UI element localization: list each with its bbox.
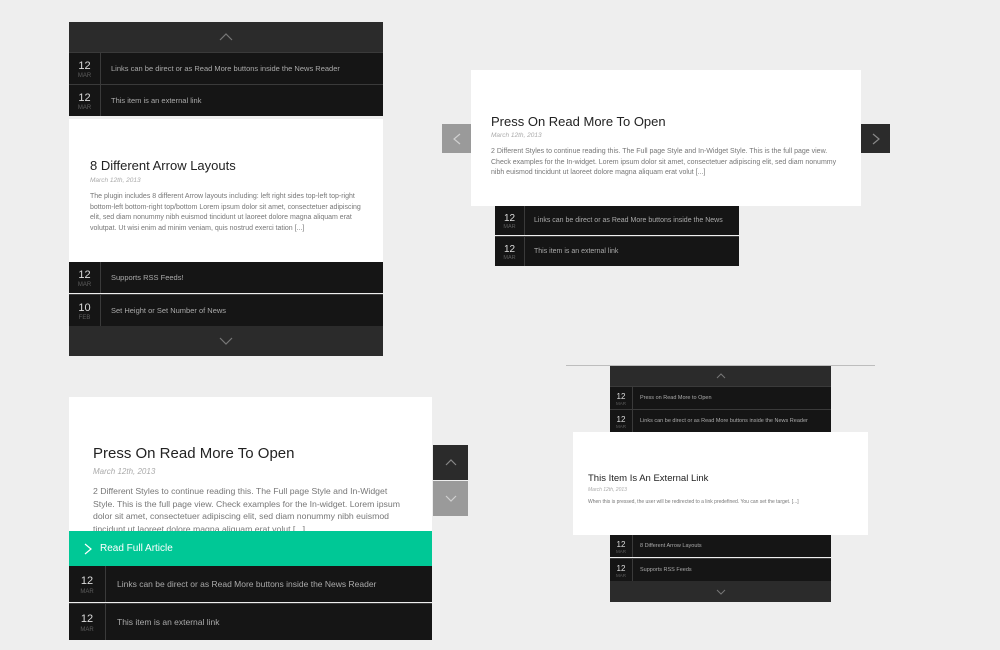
news-list-bottom: 12 MAR 8 Different Arrow Layouts 12 MAR … bbox=[610, 535, 831, 581]
news-item[interactable]: 12 MAR This item is an external link bbox=[69, 84, 383, 116]
news-date: 12 MAR bbox=[610, 559, 633, 581]
scroll-down-button[interactable] bbox=[610, 581, 831, 602]
card-title: Press On Read More To Open bbox=[93, 445, 295, 462]
chevron-down-icon bbox=[219, 337, 233, 345]
news-title: Set Height or Set Number of News bbox=[111, 306, 227, 315]
card-body: The plugin includes 8 different Arrow la… bbox=[90, 193, 361, 232]
prev-arrow-button[interactable] bbox=[442, 124, 471, 153]
arrow-down-button[interactable] bbox=[433, 481, 468, 516]
news-card: Press On Read More To Open March 12th, 2… bbox=[471, 70, 861, 206]
news-date: 12 MAR bbox=[69, 85, 101, 116]
news-card: This Item Is An External Link March 12th… bbox=[573, 432, 868, 535]
widget-read-more: Press On Read More To Open March 12th, 2… bbox=[69, 397, 468, 640]
news-item[interactable]: 12 MAR Supports RSS Feeds bbox=[610, 558, 831, 581]
card-body: 2 Different Styles to continue reading t… bbox=[93, 486, 400, 533]
news-title: Links can be direct or as Read More butt… bbox=[111, 64, 340, 73]
news-item[interactable]: 12 MAR Links can be direct or as Read Mo… bbox=[69, 52, 383, 84]
card-body: 2 Different Styles to continue reading t… bbox=[491, 148, 837, 176]
chevron-up-icon bbox=[219, 33, 233, 41]
news-title: Links can be direct or as Read More butt… bbox=[640, 418, 808, 424]
news-title: This item is an external link bbox=[111, 96, 202, 105]
news-date: 12 MAR bbox=[69, 604, 106, 640]
next-arrow-button[interactable] bbox=[861, 124, 890, 153]
chevron-down-icon bbox=[716, 589, 725, 595]
chevron-down-icon bbox=[445, 495, 456, 502]
chevron-left-icon bbox=[452, 133, 460, 144]
news-title: This item is an external link bbox=[534, 248, 619, 255]
chevron-up-icon bbox=[445, 459, 456, 466]
news-date: 12 MAR bbox=[69, 566, 106, 602]
chevron-right-icon bbox=[84, 543, 92, 554]
news-title: 8 Different Arrow Layouts bbox=[640, 543, 702, 549]
card-date: March 12th, 2013 bbox=[588, 487, 627, 493]
widget-arrow-layouts: 12 MAR Links can be direct or as Read Mo… bbox=[69, 22, 383, 356]
news-date: 12 MAR bbox=[610, 410, 633, 432]
news-item[interactable]: 12 MAR Links can be direct or as Read Mo… bbox=[69, 566, 432, 602]
chevron-right-icon bbox=[872, 133, 880, 144]
news-date: 10 FEB bbox=[69, 295, 101, 326]
card-title: 8 Different Arrow Layouts bbox=[90, 158, 236, 173]
news-title: Press on Read More to Open bbox=[640, 395, 712, 401]
news-title: Supports RSS Feeds bbox=[640, 567, 692, 573]
card-date: March 12th, 2013 bbox=[90, 177, 141, 184]
chevron-up-icon bbox=[716, 373, 725, 379]
news-date: 12 MAR bbox=[610, 535, 633, 557]
card-date: March 12th, 2013 bbox=[93, 467, 156, 476]
news-card: Press On Read More To Open March 12th, 2… bbox=[69, 397, 432, 533]
news-title: Links can be direct or as Read More butt… bbox=[534, 217, 723, 224]
news-list-top: 12 MAR Press on Read More to Open 12 MAR… bbox=[610, 386, 831, 432]
read-full-article-button[interactable]: Read Full Article bbox=[69, 531, 432, 566]
scroll-up-button[interactable] bbox=[610, 366, 831, 386]
read-full-article-label: Read Full Article bbox=[100, 543, 173, 554]
news-item[interactable]: 10 FEB Set Height or Set Number of News bbox=[69, 294, 383, 326]
news-date: 12 MAR bbox=[69, 53, 101, 84]
scroll-down-button[interactable] bbox=[69, 326, 383, 356]
news-card: 8 Different Arrow Layouts March 12th, 20… bbox=[69, 119, 383, 262]
card-date: March 12th, 2013 bbox=[491, 132, 542, 139]
scroll-up-button[interactable] bbox=[69, 22, 383, 52]
news-item[interactable]: 12 MAR This item is an external link bbox=[495, 236, 739, 266]
arrow-up-button[interactable] bbox=[433, 445, 468, 480]
news-item[interactable]: 12 MAR Links can be direct or as Read Mo… bbox=[610, 409, 831, 432]
news-item[interactable]: 12 MAR Press on Read More to Open bbox=[610, 386, 831, 409]
news-date: 12 MAR bbox=[610, 387, 633, 409]
news-title: This item is an external link bbox=[117, 617, 220, 627]
news-item[interactable]: 12 MAR Supports RSS Feeds! bbox=[69, 262, 383, 293]
news-item[interactable]: 12 MAR Links can be direct or as Read Mo… bbox=[495, 206, 739, 235]
news-list: 12 MAR Links can be direct or as Read Mo… bbox=[69, 566, 432, 640]
widget-external-link: 12 MAR Press on Read More to Open 12 MAR… bbox=[573, 366, 868, 602]
news-item[interactable]: 12 MAR This item is an external link bbox=[69, 603, 432, 640]
news-item[interactable]: 12 MAR 8 Different Arrow Layouts bbox=[610, 535, 831, 557]
news-title: Supports RSS Feeds! bbox=[111, 273, 184, 282]
news-title: Links can be direct or as Read More butt… bbox=[117, 579, 377, 589]
widget-side-arrows: Press On Read More To Open March 12th, 2… bbox=[442, 70, 890, 266]
card-title: This Item Is An External Link bbox=[588, 473, 709, 484]
news-date: 12 MAR bbox=[69, 262, 101, 293]
news-date: 12 MAR bbox=[495, 206, 525, 235]
news-date: 12 MAR bbox=[495, 237, 525, 266]
card-title: Press On Read More To Open bbox=[491, 114, 666, 129]
card-body: When this is pressed, the user will be r… bbox=[588, 499, 799, 505]
news-list: 12 MAR Links can be direct or as Read Mo… bbox=[495, 206, 739, 266]
